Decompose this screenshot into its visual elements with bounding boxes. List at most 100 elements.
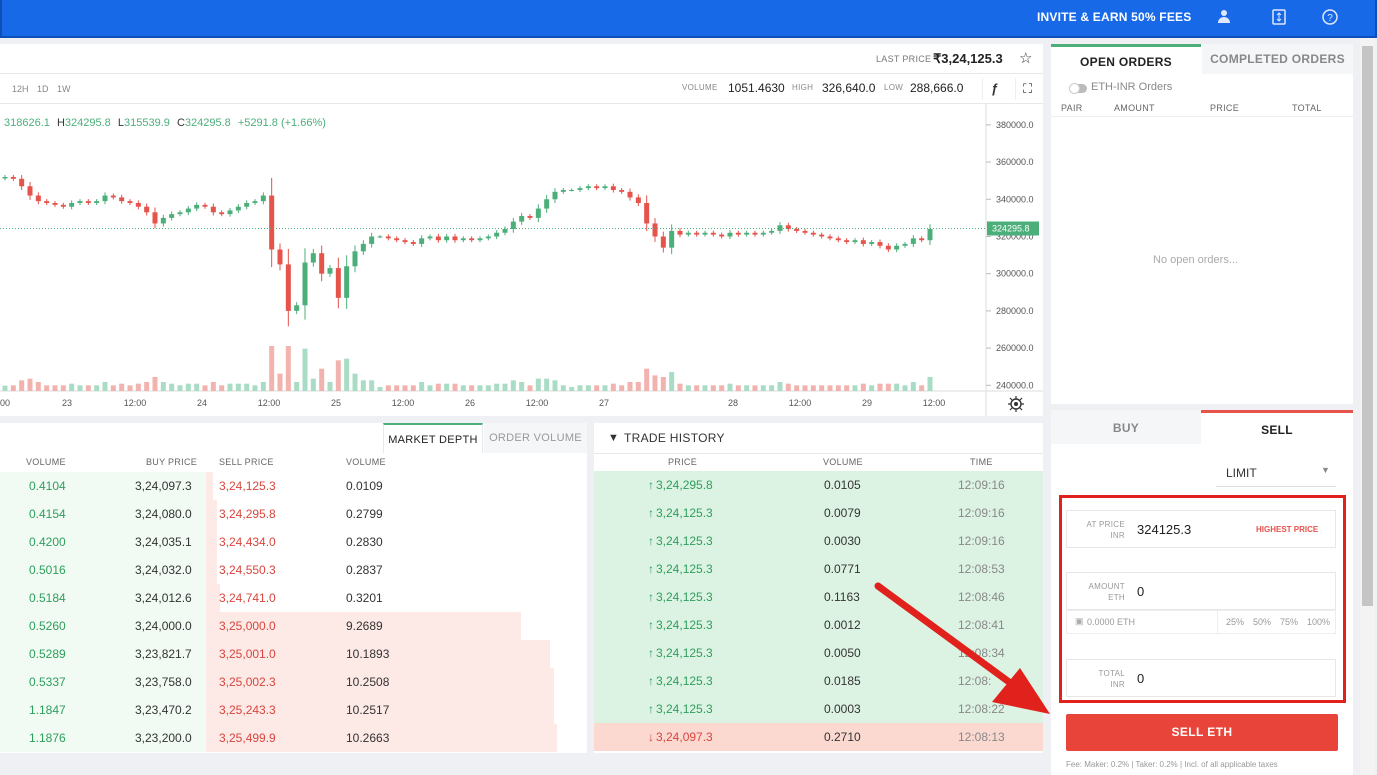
candle-body — [852, 240, 858, 243]
page-scrollbar[interactable] — [1360, 38, 1375, 775]
candle-body — [885, 245, 891, 250]
order-book-row[interactable]: 0.4200 3,24,035.1 3,24,434.0 0.2830 — [0, 528, 587, 556]
candle-body — [560, 189, 566, 192]
order-book-row[interactable]: 0.4104 3,24,097.3 3,24,125.3 0.0109 — [0, 472, 587, 500]
volume-bar — [85, 385, 91, 391]
candle-body — [685, 232, 691, 235]
volume-bar — [127, 385, 133, 391]
order-book-row[interactable]: 0.4154 3,24,080.0 3,24,295.8 0.2799 — [0, 500, 587, 528]
sell-volume: 10.2508 — [346, 675, 390, 689]
candle-body — [669, 230, 675, 248]
candle-body — [610, 186, 616, 190]
volume-bar — [902, 385, 908, 391]
volume-bar — [444, 383, 450, 391]
candle-body — [727, 232, 733, 237]
candle-body — [894, 245, 900, 250]
volume-bar — [152, 377, 158, 391]
volume-bar — [144, 382, 150, 391]
volume-bar — [727, 383, 733, 391]
volume-value: 1051.4630 — [728, 81, 785, 95]
candle-body — [510, 221, 516, 230]
trade-volume: 0.1163 — [824, 590, 860, 604]
order-type-select[interactable]: LIMIT ▼ — [1216, 457, 1336, 487]
tab-market-depth[interactable]: MARKET DEPTH — [383, 423, 483, 453]
candle-body — [302, 262, 308, 306]
interval-12h[interactable]: 12H — [12, 84, 29, 94]
amount-label: AMOUNT ETH — [1088, 582, 1125, 602]
sell-eth-button[interactable]: SELL ETH — [1066, 714, 1338, 751]
candle-body — [144, 206, 150, 213]
user-icon[interactable] — [1215, 9, 1233, 27]
candle-body — [419, 238, 425, 244]
candle-body — [227, 210, 233, 215]
percent-75[interactable]: 75% — [1280, 617, 1298, 627]
total-input[interactable]: 0 — [1137, 671, 1144, 686]
order-book-row[interactable]: 1.1876 3,23,200.0 3,25,499.9 10.2663 — [0, 724, 587, 752]
volume-bar — [202, 385, 208, 391]
orders-panel: OPEN ORDERS COMPLETED ORDERS ETH-INR Ord… — [1051, 44, 1353, 404]
collapse-icon[interactable]: ▼ — [608, 432, 619, 444]
indicator-fx-icon[interactable]: ƒ — [982, 78, 1006, 100]
trade-volume: 0.2710 — [824, 730, 861, 744]
wallet-icon[interactable] — [1270, 9, 1288, 29]
total-field[interactable]: TOTAL INR 0 — [1066, 659, 1336, 697]
percent-50[interactable]: 50% — [1253, 617, 1271, 627]
order-book-row[interactable]: 0.5016 3,24,032.0 3,24,550.3 0.2837 — [0, 556, 587, 584]
scrollbar-thumb[interactable] — [1362, 46, 1373, 606]
sell-price: 3,24,125.3 — [219, 479, 276, 493]
invite-link[interactable]: INVITE & EARN 50% FEES — [1037, 10, 1191, 24]
order-book-row[interactable]: 1.1847 3,23,470.2 3,25,243.3 10.2517 — [0, 696, 587, 724]
candle-body — [294, 305, 300, 311]
volume-bar — [519, 382, 525, 391]
volume-bar — [560, 385, 566, 391]
order-book-row[interactable]: 0.5184 3,24,012.6 3,24,741.0 0.3201 — [0, 584, 587, 612]
sell-volume: 0.2799 — [346, 507, 383, 521]
tab-order-volume[interactable]: ORDER VOLUME — [484, 423, 587, 453]
volume-bar — [885, 383, 891, 391]
volume-bar — [60, 385, 66, 391]
order-book-row[interactable]: 0.5289 3,23,821.7 3,25,001.0 10.1893 — [0, 640, 587, 668]
volume-bar — [669, 372, 675, 391]
trade-volume: 0.0079 — [824, 506, 861, 520]
trade-time: 12:09:16 — [958, 478, 1005, 492]
sell-price: 3,25,000.0 — [219, 619, 276, 633]
tab-sell[interactable]: SELL — [1201, 410, 1353, 444]
candle-body — [744, 232, 750, 235]
volume-bar — [102, 382, 108, 391]
chart-settings-icon[interactable] — [1008, 396, 1024, 412]
trade-time: 12:08:13 — [958, 730, 1005, 744]
interval-1w[interactable]: 1W — [57, 84, 71, 94]
price-input[interactable]: 324125.3 — [1137, 522, 1191, 537]
tab-open-orders[interactable]: OPEN ORDERS — [1051, 44, 1201, 74]
tab-buy[interactable]: BUY — [1051, 410, 1201, 444]
orders-toggle[interactable] — [1069, 83, 1087, 94]
candle-body — [460, 238, 466, 241]
candle-body — [835, 238, 841, 241]
arrow-up-icon: ↑ — [648, 478, 654, 492]
col-buy-price: BUY PRICE — [146, 457, 198, 467]
sell-depth-bar — [206, 556, 217, 584]
order-book-row[interactable]: 0.5337 3,23,758.0 3,25,002.3 10.2508 — [0, 668, 587, 696]
percent-100[interactable]: 100% — [1307, 617, 1330, 627]
percent-25[interactable]: 25% — [1226, 617, 1244, 627]
volume-bar — [185, 383, 191, 391]
x-tick-label: 29 — [862, 398, 872, 408]
buy-volume: 0.5184 — [29, 591, 66, 605]
amount-field[interactable]: AMOUNT ETH 0 — [1066, 572, 1336, 610]
price-field[interactable]: AT PRICE INR 324125.3 HIGHEST PRICE — [1066, 510, 1336, 548]
volume-bar — [260, 382, 266, 391]
order-book-row[interactable]: 0.5260 3,24,000.0 3,25,000.0 9.2689 — [0, 612, 587, 640]
fullscreen-icon[interactable]: ⛶ — [1015, 78, 1039, 100]
volume-bar — [327, 382, 333, 391]
tab-completed-orders[interactable]: COMPLETED ORDERS — [1202, 44, 1353, 74]
volume-bar — [227, 383, 233, 391]
candle-body — [902, 243, 908, 246]
interval-1d[interactable]: 1D — [37, 84, 49, 94]
star-icon[interactable]: ☆ — [1019, 49, 1032, 67]
chart-toolbar: 12H 1D 1W VOLUME 1051.4630 HIGH 326,640.… — [0, 74, 1043, 104]
highest-price-link[interactable]: HIGHEST PRICE — [1256, 525, 1318, 534]
help-icon[interactable]: ? — [1321, 9, 1339, 29]
candlestick-chart[interactable]: 318626.1 H324295.8 L315539.9 C324295.8 +… — [0, 104, 1043, 416]
col-amount: AMOUNT — [1114, 103, 1155, 113]
amount-input[interactable]: 0 — [1137, 584, 1144, 599]
